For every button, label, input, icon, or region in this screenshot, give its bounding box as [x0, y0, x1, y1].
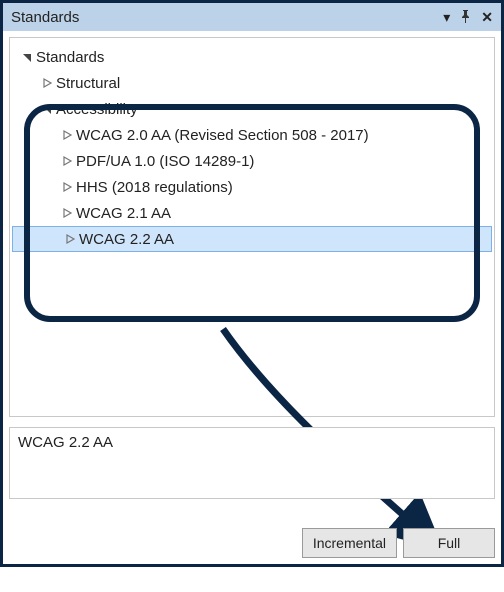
chevron-right-icon[interactable] [60, 130, 74, 140]
window-controls: ▾ ✕ [443, 10, 493, 25]
tree-label: Standards [34, 49, 104, 66]
chevron-down-icon[interactable] [20, 52, 34, 62]
chevron-right-icon[interactable] [63, 234, 77, 244]
tree-node-item[interactable]: WCAG 2.2 AA [12, 226, 492, 252]
tree-label: WCAG 2.1 AA [74, 205, 171, 222]
incremental-button[interactable]: Incremental [302, 528, 397, 558]
tree-node-structural[interactable]: Structural [10, 70, 494, 96]
chevron-down-icon[interactable] [40, 104, 54, 114]
panel-title: Standards [11, 9, 79, 26]
tree-label: WCAG 2.0 AA (Revised Section 508 - 2017) [74, 127, 369, 144]
tree-node-accessibility[interactable]: Accessibility [10, 96, 494, 122]
tree-node-item[interactable]: WCAG 2.0 AA (Revised Section 508 - 2017) [10, 122, 494, 148]
tree-label: HHS (2018 regulations) [74, 179, 233, 196]
tree-label: Accessibility [54, 101, 138, 118]
standards-tree[interactable]: Standards Structural Accessibility WCAG … [10, 38, 494, 252]
chevron-right-icon[interactable] [60, 156, 74, 166]
tree-node-standards[interactable]: Standards [10, 44, 494, 70]
detail-panel: WCAG 2.2 AA [9, 427, 495, 499]
tree-panel: Standards Structural Accessibility WCAG … [9, 37, 495, 417]
tree-label: PDF/UA 1.0 (ISO 14289-1) [74, 153, 254, 170]
titlebar: Standards ▾ ✕ [3, 3, 501, 31]
close-icon[interactable]: ✕ [481, 10, 493, 24]
pin-icon[interactable] [460, 10, 471, 25]
tree-node-item[interactable]: WCAG 2.1 AA [10, 200, 494, 226]
standards-panel: Standards ▾ ✕ Standards [0, 0, 504, 567]
chevron-right-icon[interactable] [60, 208, 74, 218]
tree-label: Structural [54, 75, 120, 92]
tree-node-item[interactable]: PDF/UA 1.0 (ISO 14289-1) [10, 148, 494, 174]
content-area: Standards Structural Accessibility WCAG … [3, 31, 501, 564]
tree-label: WCAG 2.2 AA [77, 231, 174, 248]
chevron-right-icon[interactable] [40, 78, 54, 88]
chevron-right-icon[interactable] [60, 182, 74, 192]
button-row: Incremental Full [302, 528, 495, 558]
full-button[interactable]: Full [403, 528, 495, 558]
tree-node-item[interactable]: HHS (2018 regulations) [10, 174, 494, 200]
selected-standard-text: WCAG 2.2 AA [18, 434, 113, 451]
dropdown-icon[interactable]: ▾ [443, 10, 450, 24]
